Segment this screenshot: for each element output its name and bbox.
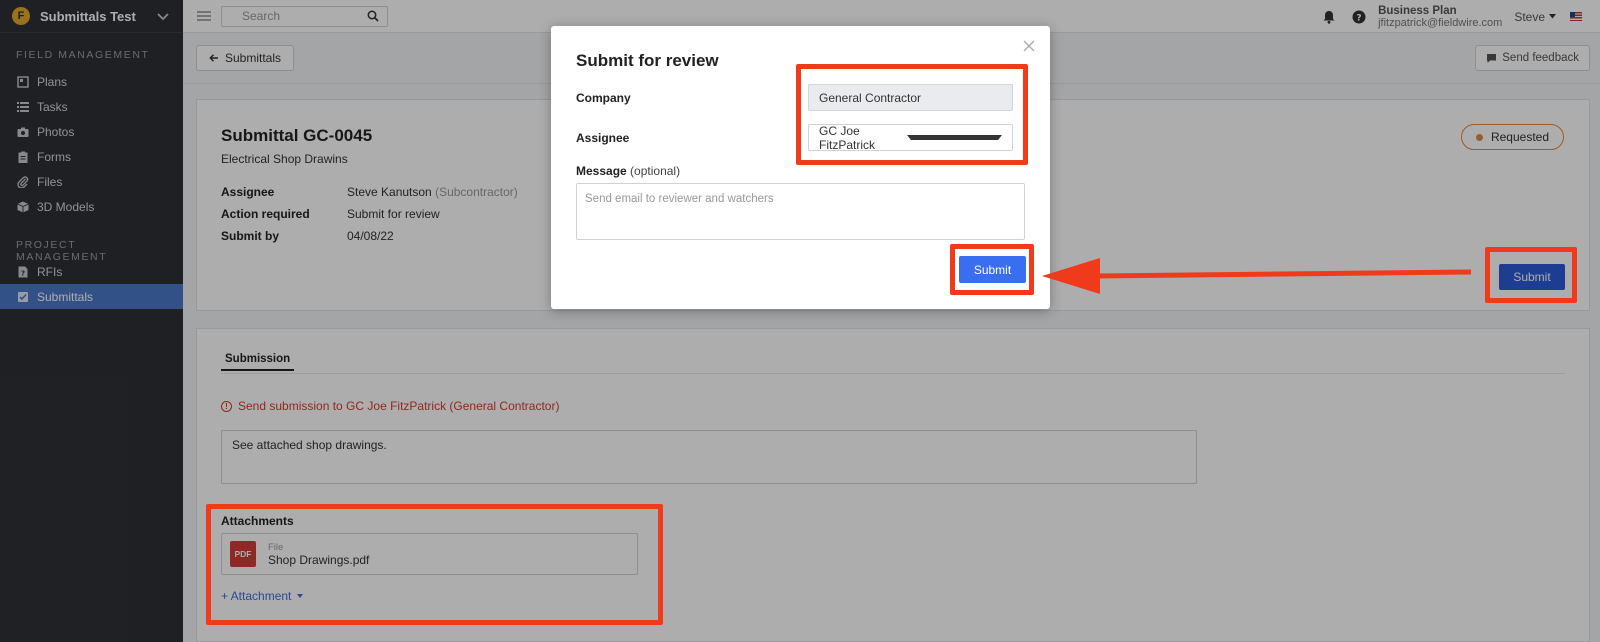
- annotation-arrow: [1042, 258, 1472, 294]
